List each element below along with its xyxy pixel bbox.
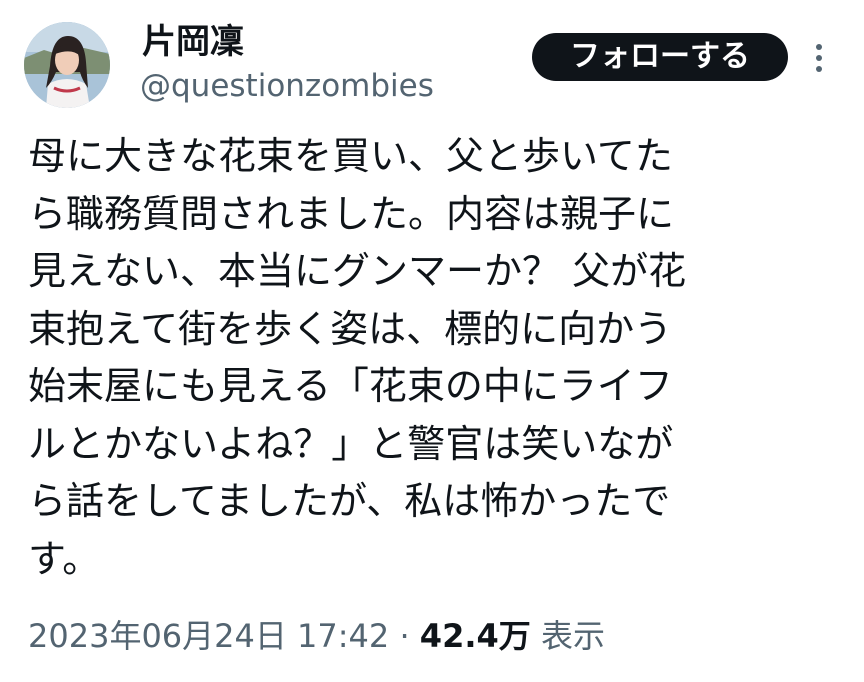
tweet-text-line: ら職務質問されました。内容は親子に <box>28 191 675 236</box>
tweet-meta: 2023年06月24日 17:42 · 42.4万 表示 <box>28 616 605 656</box>
display-name[interactable]: 片岡凜 <box>142 22 244 62</box>
tweet-text-line: す。 <box>28 536 101 581</box>
user-handle[interactable]: @questionzombies <box>140 68 434 104</box>
tweet-text-line: 束抱えて街を歩く姿は、標的に向かう <box>28 306 673 351</box>
dot <box>816 66 822 72</box>
dot <box>816 44 822 50</box>
meta-separator: · <box>399 617 410 655</box>
tweet-text-line: 母に大きな花束を買い、父と歩いてた <box>28 134 673 178</box>
tweet-text-line: 見えない、本当にグンマーか？ 父が花 <box>28 249 687 293</box>
views-count[interactable]: 42.4万 <box>420 617 531 655</box>
more-options-icon[interactable] <box>806 36 832 80</box>
tweet-text-line: ルとかないよね？」と警官は笑いなが <box>28 421 674 466</box>
dot <box>816 55 822 61</box>
profile-photo-icon <box>24 22 110 108</box>
views-label[interactable]: 表示 <box>541 617 605 655</box>
timestamp-link[interactable]: 2023年06月24日 17:42 <box>28 617 389 655</box>
tweet-text-line: ら話をしてましたが、私は怖かったで <box>28 479 671 523</box>
tweet-text-line: 始末屋にも見える「花束の中にライフ <box>28 364 673 408</box>
tweet-header: 片岡凜 @questionzombies フォローする <box>0 0 864 120</box>
avatar[interactable] <box>24 22 110 108</box>
tweet-text: 母に大きな花束を買い、父と歩いてた ら職務質問されました。内容は親子に 見えない… <box>28 128 840 588</box>
follow-button[interactable]: フォローする <box>532 33 788 81</box>
